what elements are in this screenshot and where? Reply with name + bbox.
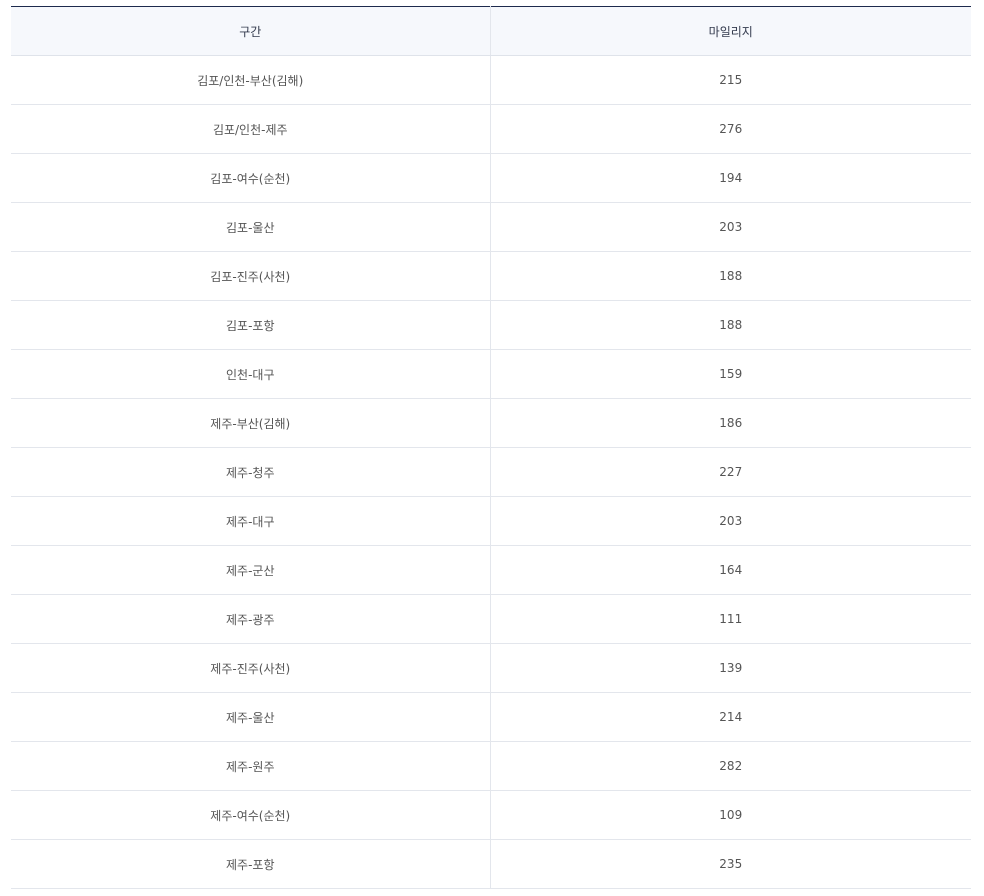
mileage-cell: 276 — [490, 104, 971, 154]
mileage-cell: 186 — [490, 398, 971, 448]
table-row: 인천-대구 159 — [11, 349, 971, 399]
route-cell: 제주-군산 — [11, 545, 491, 595]
mileage-cell: 159 — [490, 349, 971, 399]
header-route: 구간 — [11, 6, 491, 56]
route-cell: 김포-여수(순천) — [11, 153, 491, 203]
route-cell: 제주-울산 — [11, 692, 491, 742]
table-row: 김포-여수(순천) 194 — [11, 153, 971, 203]
table-row: 제주-광주 111 — [11, 594, 971, 644]
table-body: 김포/인천-부산(김해) 215 김포/인천-제주 276 김포-여수(순천) … — [11, 55, 971, 889]
table-row: 제주-포항 235 — [11, 839, 971, 889]
table-row: 제주-부산(김해) 186 — [11, 398, 971, 448]
mileage-cell: 139 — [490, 643, 971, 693]
table-row: 제주-울산 214 — [11, 692, 971, 742]
route-cell: 김포-포항 — [11, 300, 491, 350]
table-row: 김포-울산 203 — [11, 202, 971, 252]
route-cell: 제주-청주 — [11, 447, 491, 497]
table-row: 김포/인천-부산(김해) 215 — [11, 55, 971, 105]
mileage-cell: 215 — [490, 55, 971, 105]
table-row: 김포-진주(사천) 188 — [11, 251, 971, 301]
route-cell: 김포/인천-제주 — [11, 104, 491, 154]
route-cell: 제주-광주 — [11, 594, 491, 644]
table-header-row: 구간 마일리지 — [11, 6, 971, 56]
mileage-cell: 214 — [490, 692, 971, 742]
mileage-cell: 227 — [490, 447, 971, 497]
route-cell: 인천-대구 — [11, 349, 491, 399]
route-cell: 제주-포항 — [11, 839, 491, 889]
table-row: 제주-군산 164 — [11, 545, 971, 595]
route-cell: 김포/인천-부산(김해) — [11, 55, 491, 105]
mileage-table-container: 구간 마일리지 김포/인천-부산(김해) 215 김포/인천-제주 276 김포… — [11, 6, 971, 889]
route-cell: 제주-원주 — [11, 741, 491, 791]
route-cell: 제주-여수(순천) — [11, 790, 491, 840]
mileage-cell: 203 — [490, 496, 971, 546]
mileage-cell: 203 — [490, 202, 971, 252]
table-row: 김포-포항 188 — [11, 300, 971, 350]
mileage-cell: 109 — [490, 790, 971, 840]
header-mileage: 마일리지 — [490, 6, 971, 56]
mileage-cell: 111 — [490, 594, 971, 644]
table-row: 제주-진주(사천) 139 — [11, 643, 971, 693]
mileage-cell: 194 — [490, 153, 971, 203]
mileage-cell: 188 — [490, 300, 971, 350]
mileage-cell: 282 — [490, 741, 971, 791]
mileage-table: 구간 마일리지 김포/인천-부산(김해) 215 김포/인천-제주 276 김포… — [11, 6, 971, 889]
table-row: 제주-여수(순천) 109 — [11, 790, 971, 840]
table-row: 제주-원주 282 — [11, 741, 971, 791]
table-row: 제주-대구 203 — [11, 496, 971, 546]
mileage-cell: 235 — [490, 839, 971, 889]
mileage-cell: 164 — [490, 545, 971, 595]
route-cell: 김포-진주(사천) — [11, 251, 491, 301]
route-cell: 제주-대구 — [11, 496, 491, 546]
route-cell: 제주-진주(사천) — [11, 643, 491, 693]
mileage-cell: 188 — [490, 251, 971, 301]
route-cell: 제주-부산(김해) — [11, 398, 491, 448]
table-row: 제주-청주 227 — [11, 447, 971, 497]
route-cell: 김포-울산 — [11, 202, 491, 252]
table-row: 김포/인천-제주 276 — [11, 104, 971, 154]
